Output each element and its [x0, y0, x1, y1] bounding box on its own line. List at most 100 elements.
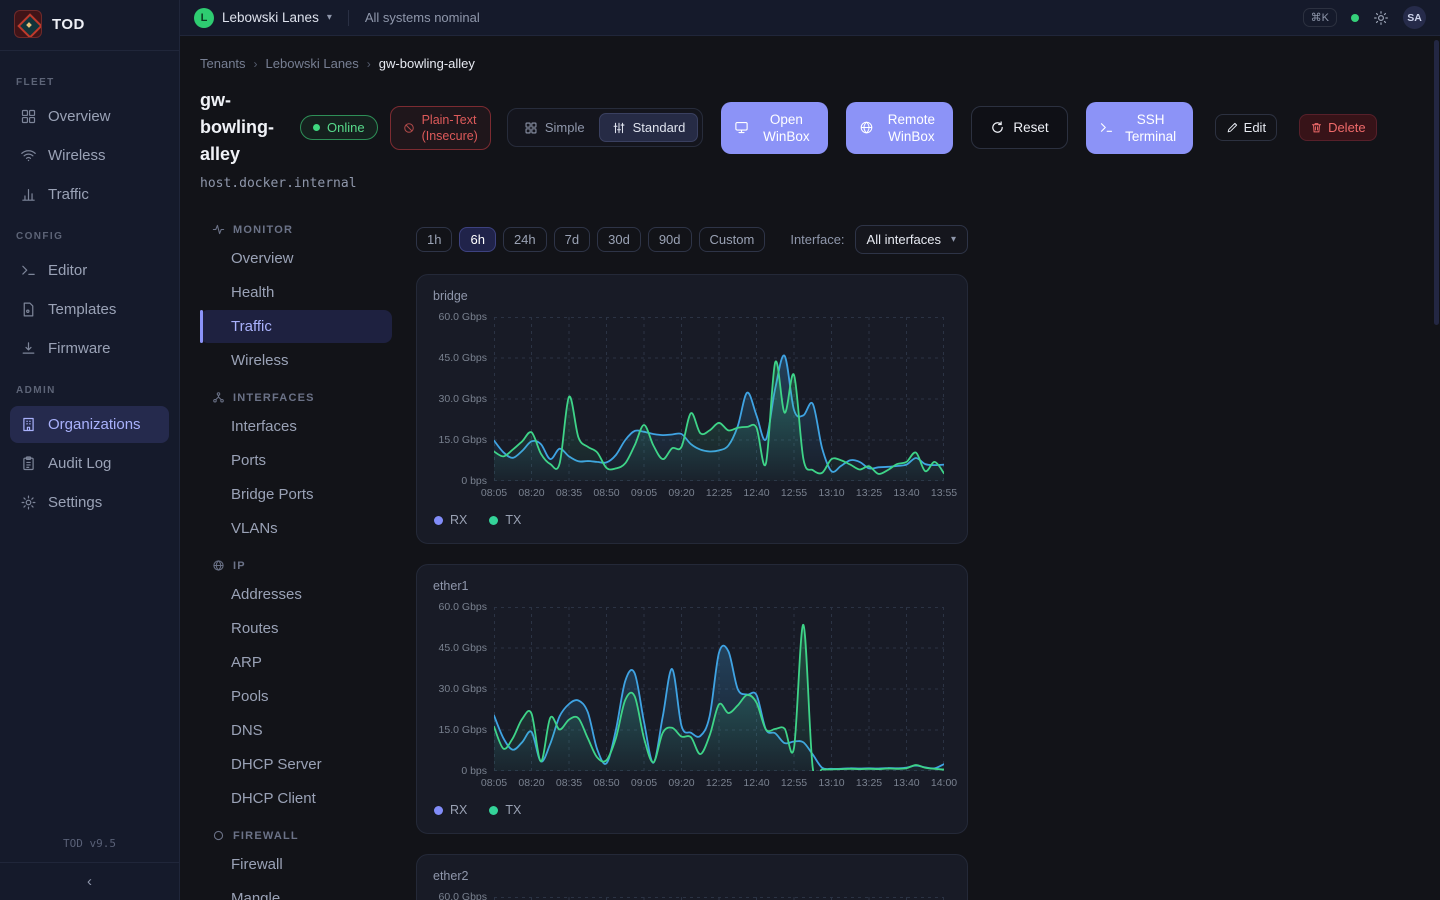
chart-title: ether2: [433, 869, 468, 883]
range-90d-button[interactable]: 90d: [648, 227, 692, 252]
legend-dot-icon: [489, 516, 498, 525]
sidebar-item-label: Audit Log: [48, 455, 111, 472]
interface-select[interactable]: All interfaces ▾: [855, 225, 968, 254]
brand: TOD: [0, 0, 179, 51]
x-axis-label: 13:25: [856, 777, 882, 789]
sidebar-item-audit-log[interactable]: Audit Log: [10, 445, 169, 482]
sidebar-collapse-button[interactable]: ‹: [0, 862, 179, 900]
subnav-item-interfaces[interactable]: Interfaces: [200, 410, 392, 443]
legend-dot-icon: [434, 516, 443, 525]
main-content: Tenants › Lebowski Lanes › gw-bowling-al…: [180, 36, 1440, 900]
ssh-terminal-label: SSH Terminal: [1122, 111, 1180, 145]
mode-simple-button[interactable]: Simple: [512, 114, 597, 141]
legend-dot-icon: [434, 806, 443, 815]
range-7d-button[interactable]: 7d: [554, 227, 590, 252]
subnav-item-dns[interactable]: DNS: [200, 714, 392, 747]
range-1h-button[interactable]: 1h: [416, 227, 452, 252]
remote-winbox-button[interactable]: Remote WinBox: [846, 102, 953, 154]
page-title: gw-bowling-alley: [200, 87, 288, 168]
edit-button[interactable]: Edit: [1215, 114, 1277, 141]
subnav-item-firewall[interactable]: Firewall: [200, 848, 392, 881]
user-avatar[interactable]: SA: [1403, 6, 1426, 29]
remote-winbox-label: Remote WinBox: [882, 111, 940, 145]
device-header: gw-bowling-alley Online Plain-Text (Inse…: [200, 87, 1440, 168]
sidebar-item-label: Overview: [48, 108, 111, 125]
x-axis-label: 08:35: [556, 777, 582, 789]
subnav-item-vlans[interactable]: VLANs: [200, 512, 392, 545]
chart-title: bridge: [433, 289, 468, 303]
x-axis-label: 13:40: [893, 487, 919, 499]
view-mode-toggle: Simple Standard: [507, 108, 704, 147]
subnav-item-ports[interactable]: Ports: [200, 444, 392, 477]
sidebar-item-label: Templates: [48, 301, 116, 318]
chart-card-ether2: ether260.0 Gbps45.0 Gbps30.0 Gbps15.0 Gb…: [416, 854, 968, 900]
sliders-icon: [612, 121, 626, 135]
sidebar-item-overview[interactable]: Overview: [10, 98, 169, 135]
x-axis: 08:0508:2008:3508:5009:0509:2012:2512:40…: [494, 777, 944, 791]
range-24h-button[interactable]: 24h: [503, 227, 547, 252]
subnav-item-health[interactable]: Health: [200, 276, 392, 309]
range-custom-button[interactable]: Custom: [699, 227, 766, 252]
reset-button[interactable]: Reset: [971, 106, 1067, 149]
legend-tx: TX: [489, 513, 521, 527]
reset-label: Reset: [1013, 120, 1048, 135]
subnav-item-traffic[interactable]: Traffic: [200, 310, 392, 343]
terminal-icon: [20, 262, 37, 279]
command-palette-shortcut[interactable]: ⌘K: [1303, 8, 1337, 27]
subnav-section-monitor: MONITOR: [212, 223, 392, 236]
terminal-icon: [1099, 120, 1114, 135]
chevron-right-icon: ›: [254, 57, 258, 71]
breadcrumb-tenant[interactable]: Lebowski Lanes: [266, 56, 359, 71]
subnav-item-bridge-ports[interactable]: Bridge Ports: [200, 478, 392, 511]
mode-standard-button[interactable]: Standard: [599, 113, 699, 142]
scrollbar-thumb[interactable]: [1434, 40, 1439, 325]
subnav-item-mangle[interactable]: Mangle: [200, 882, 392, 900]
delete-button[interactable]: Delete: [1299, 114, 1377, 141]
sidebar-item-traffic[interactable]: Traffic: [10, 176, 169, 213]
trash-icon: [1310, 121, 1323, 134]
x-axis-label: 13:10: [818, 777, 844, 789]
sidebar-item-firmware[interactable]: Firmware: [10, 330, 169, 367]
sidebar-sections: FLEETOverviewWirelessTrafficCONFIGEditor…: [0, 51, 179, 827]
sidebar-item-organizations[interactable]: Organizations: [10, 406, 169, 443]
breadcrumb-tenants[interactable]: Tenants: [200, 56, 246, 71]
sidebar-item-label: Traffic: [48, 186, 89, 203]
sidebar-item-label: Settings: [48, 494, 102, 511]
sidebar-item-settings[interactable]: Settings: [10, 484, 169, 521]
app-name: TOD: [52, 16, 85, 33]
x-axis-label: 13:55: [931, 487, 957, 499]
sidebar-item-editor[interactable]: Editor: [10, 252, 169, 289]
sidebar-item-templates[interactable]: Templates: [10, 291, 169, 328]
globe-icon: [859, 120, 874, 135]
legend-dot-icon: [489, 806, 498, 815]
subnav-item-routes[interactable]: Routes: [200, 612, 392, 645]
subnav-item-dhcp-client[interactable]: DHCP Client: [200, 782, 392, 815]
tenant-switcher[interactable]: L Lebowski Lanes ▾: [194, 8, 332, 28]
ssh-terminal-button[interactable]: SSH Terminal: [1086, 102, 1193, 154]
app-logo-icon: [14, 10, 42, 38]
system-status-text: All systems nominal: [365, 10, 480, 25]
building-icon: [20, 416, 37, 433]
interface-label: Interface:: [790, 232, 844, 247]
legend-tx: TX: [489, 803, 521, 817]
open-winbox-button[interactable]: Open WinBox: [721, 102, 828, 154]
subnav-item-overview[interactable]: Overview: [200, 242, 392, 275]
range-6h-button[interactable]: 6h: [459, 227, 495, 252]
subnav-item-wireless[interactable]: Wireless: [200, 344, 392, 377]
theme-toggle-sun-icon[interactable]: [1373, 10, 1389, 26]
tenant-name: Lebowski Lanes: [222, 10, 319, 25]
insecure-badge: Plain-Text (Insecure): [390, 106, 491, 150]
online-status-badge: Online: [300, 115, 378, 140]
subnav-item-arp[interactable]: ARP: [200, 646, 392, 679]
y-axis-label: 15.0 Gbps: [423, 434, 487, 446]
range-30d-button[interactable]: 30d: [597, 227, 641, 252]
pencil-icon: [1226, 121, 1239, 134]
sidebar-item-wireless[interactable]: Wireless: [10, 137, 169, 174]
x-axis-label: 14:00: [931, 777, 957, 789]
subnav-item-addresses[interactable]: Addresses: [200, 578, 392, 611]
sidebar-item-label: Wireless: [48, 147, 106, 164]
subnav-item-pools[interactable]: Pools: [200, 680, 392, 713]
app-version: TOD v9.5: [0, 837, 179, 862]
subnav-item-dhcp-server[interactable]: DHCP Server: [200, 748, 392, 781]
chart-card-ether1: ether160.0 Gbps45.0 Gbps30.0 Gbps15.0 Gb…: [416, 564, 968, 834]
